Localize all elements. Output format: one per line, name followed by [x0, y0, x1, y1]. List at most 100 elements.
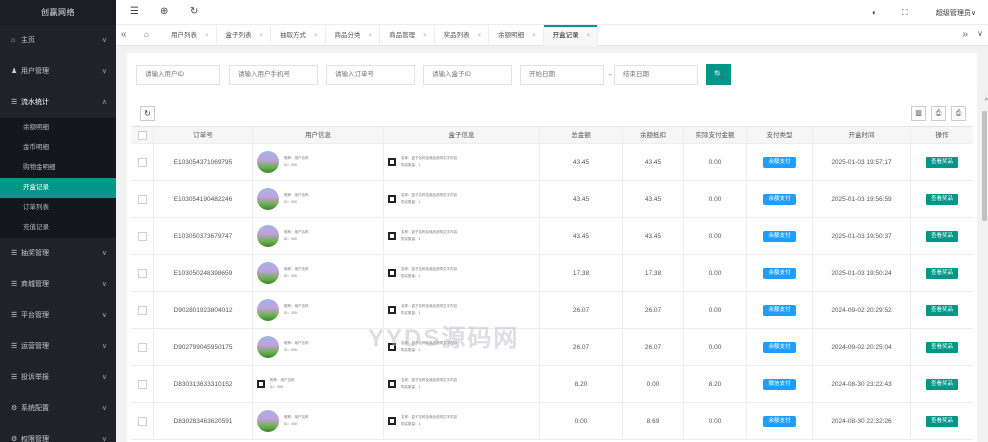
view-prize-button[interactable]: 查看奖品	[925, 415, 958, 427]
pay-type-cell: 余额支付	[747, 181, 813, 217]
fullscreen-icon[interactable]: ⛶	[902, 7, 908, 19]
chevron-down-icon: ∨	[101, 250, 107, 257]
action-cell: 查看奖品	[911, 144, 973, 180]
sidebar-item-sidebar-items-0[interactable]: ⌂ 主页 ∨	[0, 25, 116, 56]
view-prize-button[interactable]: 查看奖品	[925, 156, 958, 168]
user-id-input[interactable]: 请输入用户ID	[136, 65, 220, 85]
view-prize-button[interactable]: 查看奖品	[925, 304, 958, 316]
tab-1[interactable]: 盒子列表 ×	[217, 25, 272, 46]
close-icon[interactable]: ×	[532, 33, 536, 39]
row-checkbox[interactable]	[137, 305, 147, 315]
actual-paid: 0.00	[684, 144, 747, 180]
sidebar-item-sidebar-items_after-0[interactable]: ☰ 抽奖管理 ∨	[0, 238, 116, 269]
menu-toggle-icon[interactable]: ☰	[130, 6, 139, 18]
sidebar-item-sidebar-items_after-3[interactable]: ☰ 运营管理 ∨	[0, 331, 116, 362]
open-time: 2024-08-30 22:32:26	[813, 403, 911, 439]
watermark: YYDS源码网	[368, 325, 520, 352]
refresh-icon[interactable]: ↻	[190, 6, 198, 18]
user-info-line: ID：000	[284, 422, 297, 426]
row-checkbox[interactable]	[137, 231, 147, 241]
row-checkbox[interactable]	[137, 416, 147, 426]
columns-filter-button[interactable]: ▥	[911, 106, 926, 121]
sidebar-subitem-0[interactable]: 余额明细	[0, 118, 116, 138]
sidebar-item-sidebar-items_after-5[interactable]: ⚙ 系统配置 ∨	[0, 393, 116, 424]
view-prize-button[interactable]: 查看奖品	[925, 341, 958, 353]
row-checkbox[interactable]	[137, 379, 147, 389]
close-icon[interactable]: ×	[478, 33, 482, 39]
home-tab-icon[interactable]: ⌂	[144, 30, 149, 39]
start-date-input[interactable]: 开始日期	[520, 65, 604, 85]
sidebar-item-sidebar-items_after-2[interactable]: ☰ 平台管理 ∨	[0, 300, 116, 331]
box-id-input[interactable]: 请输入盒子ID	[423, 65, 512, 85]
tab-3[interactable]: 商品分类 ×	[326, 25, 381, 46]
admin-user-menu[interactable]: 超级管理员∨	[936, 8, 976, 18]
box-info-text: 名称：盒子名称及商品说明文字内容 购买数量：1	[401, 192, 457, 206]
close-icon[interactable]: ×	[314, 33, 318, 39]
sidebar-item-sidebar-items_after-4[interactable]: ☰ 投诉举报 ∨	[0, 362, 116, 393]
print-button[interactable]: ⎙	[951, 106, 966, 121]
tab-5[interactable]: 奖品列表 ×	[435, 25, 490, 46]
order-number: E103050248398659	[154, 255, 253, 291]
tab-label: 盒子列表	[225, 32, 252, 39]
tabs-prev-icon[interactable]: «	[121, 29, 127, 41]
close-icon[interactable]: ×	[260, 33, 264, 39]
tabs-menu-icon[interactable]: ∨	[977, 29, 983, 38]
row-checkbox[interactable]	[137, 194, 147, 204]
sidebar-item-sidebar-items_after-1[interactable]: ☰ 商城管理 ∨	[0, 269, 116, 300]
table-refresh-button[interactable]: ↻	[140, 106, 155, 121]
tab-2[interactable]: 抽取方式 ×	[271, 25, 326, 46]
pay-type-cell: 余额支付	[747, 255, 813, 291]
tab-0[interactable]: 用户列表 ×	[162, 25, 217, 46]
close-icon[interactable]: ×	[369, 33, 373, 39]
column-header: 实际支付金额	[684, 127, 747, 143]
pay-type-badge: 余额支付	[763, 341, 796, 353]
avatar	[257, 410, 279, 432]
avatar	[257, 151, 279, 173]
pay-type-badge: 余额支付	[763, 230, 796, 242]
sidebar-subitem-1[interactable]: 金币明细	[0, 138, 116, 158]
scrollbar-thumb[interactable]	[982, 111, 987, 221]
sidebar-item-sidebar-items-2[interactable]: ☰ 流水统计 ∧	[0, 87, 116, 118]
sidebar-item-label: 抽奖管理	[21, 250, 49, 257]
tabs-next-icon[interactable]: »	[962, 29, 968, 41]
sidebar-subitem-4[interactable]: 订单列表	[0, 198, 116, 218]
user-info-text: 昵称：用户名称 ID：000	[284, 303, 309, 317]
export-button[interactable]: ⎙	[931, 106, 946, 121]
view-prize-button[interactable]: 查看奖品	[925, 193, 958, 205]
tab-6[interactable]: 余额明细 ×	[489, 25, 544, 46]
close-icon[interactable]: ×	[423, 33, 427, 39]
sidebar-subitem-3[interactable]: 开盒记录	[0, 178, 116, 198]
avatar	[257, 225, 279, 247]
sidebar-item-sidebar-items-1[interactable]: ♟ 用户管理 ∨	[0, 56, 116, 87]
tab-4[interactable]: 商品管理 ×	[380, 25, 435, 46]
globe-icon[interactable]: ⊕	[160, 6, 168, 18]
close-icon[interactable]: ×	[205, 33, 209, 39]
phone-input[interactable]: 请输入用户手机号	[229, 65, 318, 85]
view-prize-button[interactable]: 查看奖品	[925, 267, 958, 279]
content-card: 请输入用户ID 请输入用户手机号 请输入订单号 请输入盒子ID 开始日期 - 结…	[127, 53, 977, 442]
tab-7[interactable]: 开盒记录 ×	[543, 25, 599, 46]
select-all-checkbox[interactable]	[137, 130, 147, 140]
end-date-input[interactable]: 结束日期	[614, 65, 698, 85]
order-no-input[interactable]: 请输入订单号	[326, 65, 415, 85]
action-cell: 查看奖品	[911, 181, 973, 217]
tab-label: 用户列表	[171, 32, 197, 39]
sidebar-subitem-5[interactable]: 充值记录	[0, 218, 116, 238]
sidebar-subitem-2[interactable]: 购物金明细	[0, 158, 116, 178]
close-icon[interactable]: ×	[587, 33, 591, 39]
pay-type-cell: 余额支付	[747, 292, 813, 328]
row-checkbox[interactable]	[137, 268, 147, 278]
row-checkbox[interactable]	[137, 342, 147, 352]
view-prize-button[interactable]: 查看奖品	[925, 230, 958, 242]
sidebar-item-sidebar-items_after-6[interactable]: ⚙ 权限管理 ∨	[0, 424, 116, 442]
avatar	[257, 336, 279, 358]
total-amount: 43.45	[540, 181, 623, 217]
home-icon: ⌂	[11, 37, 16, 44]
open-time: 2025-01-03 19:57:17	[813, 144, 911, 180]
view-prize-button[interactable]: 查看奖品	[925, 378, 958, 390]
box-info-text: 名称：盒子名称及商品说明文字内容 购买数量：1	[401, 266, 457, 280]
row-checkbox[interactable]	[137, 157, 147, 167]
open-time: 2025-01-03 19:56:59	[813, 181, 911, 217]
theme-icon[interactable]: ◐	[872, 7, 877, 19]
search-button[interactable]: 🔍	[706, 64, 731, 85]
